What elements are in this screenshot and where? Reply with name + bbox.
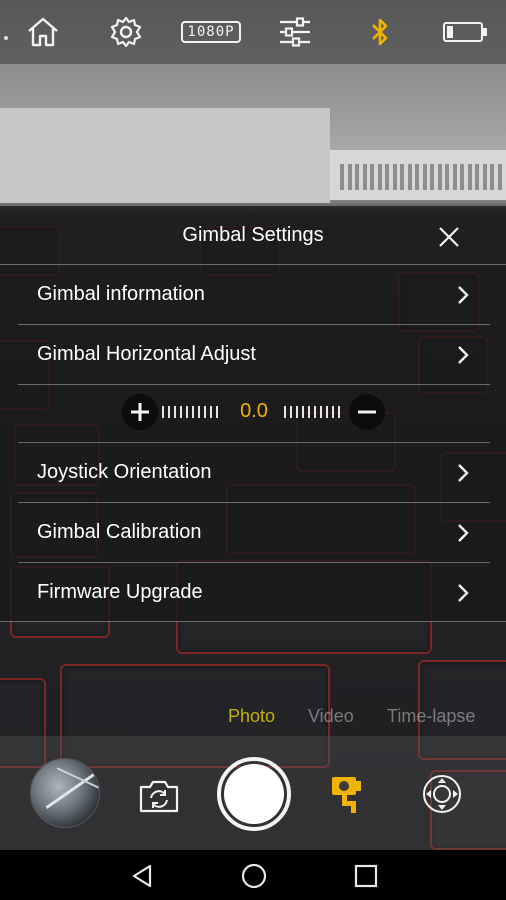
joystick-icon[interactable] [420,772,464,816]
menu-item-firmware-upgrade[interactable]: Firmware Upgrade [0,563,506,622]
vent-stripe [475,164,479,190]
resolution-label: 1080P [181,21,241,43]
vent-stripe [415,164,419,190]
vent-stripe [392,164,397,190]
vent-stripe [355,164,359,190]
top-toolbar: 1080P [0,0,506,64]
preview-object [0,108,330,203]
chevron-right-icon [458,464,469,482]
vent-stripe [377,164,382,190]
gimbal-mode-icon[interactable] [326,772,366,816]
mode-photo[interactable]: Photo [228,706,275,727]
recents-icon[interactable] [352,862,380,890]
menu-item-gimbal-horizontal-adjust[interactable]: Gimbal Horizontal Adjust [0,325,506,384]
mode-time-lapse[interactable]: Time-lapse [387,706,475,727]
vent-stripe [467,164,472,190]
plus-icon[interactable] [122,394,158,430]
minus-icon[interactable] [349,394,385,430]
vent-stripe [407,164,412,190]
camera-controls [0,736,506,850]
chevron-right-icon [458,584,469,602]
adjust-value: 0.0 [240,400,268,422]
vent-stripe [347,164,352,190]
vent-stripe [452,164,457,190]
chevron-right-icon [458,346,469,364]
mode-video[interactable]: Video [308,706,354,727]
chevron-right-icon [458,286,469,304]
close-icon[interactable] [434,222,464,252]
divider [0,621,506,622]
capture-mode-selector: Photo Video Time-lapse [0,700,506,734]
adjust-scale-left[interactable] [162,406,218,418]
battery-icon [440,14,490,50]
home-icon[interactable] [24,14,62,50]
menu-item-joystick-orientation[interactable]: Joystick Orientation [0,443,506,502]
vent-stripe [437,164,442,190]
shutter-button[interactable] [217,757,291,831]
menu-item-gimbal-information[interactable]: Gimbal information [0,265,506,324]
system-navigation-bar [0,850,506,900]
menu-item-gimbal-calibration[interactable]: Gimbal Calibration [0,503,506,562]
vent-stripe [482,164,487,190]
resolution-badge[interactable]: 1080P [181,14,241,50]
vent-stripe [362,164,367,190]
indicator-dot [4,36,8,40]
home-circle-icon[interactable] [240,862,268,890]
vent-stripe [430,164,434,190]
vent-stripe [422,164,427,190]
menu-item-label: Joystick Orientation [37,461,212,483]
vent-stripe [460,164,464,190]
vent-stripe [497,164,502,190]
horizontal-adjust-control: 0.0 [0,382,506,442]
menu-item-label: Gimbal information [37,283,205,305]
thumbnail-detail [45,772,97,809]
preview-vent [330,150,506,200]
vent-stripe [385,164,389,190]
menu-item-label: Gimbal Calibration [37,521,202,543]
vent-stripe [490,164,494,190]
bluetooth-icon[interactable] [366,14,394,50]
settings-gear-icon[interactable] [107,14,145,50]
back-icon[interactable] [128,862,156,890]
vent-stripe [370,164,374,190]
vent-stripe [340,164,344,190]
sliders-icon[interactable] [276,14,314,50]
vent-stripe [400,164,404,190]
chevron-right-icon [458,524,469,542]
vent-stripe [445,164,449,190]
menu-item-label: Firmware Upgrade [37,581,203,603]
menu-item-label: Gimbal Horizontal Adjust [37,343,256,365]
panel-header: Gimbal Settings [0,206,506,264]
adjust-scale-right[interactable] [284,406,340,418]
gimbal-settings-panel: Gimbal Settings Gimbal information Gimba… [0,206,506,622]
panel-title: Gimbal Settings [182,223,324,246]
switch-camera-icon[interactable] [136,776,182,816]
shutter-inner [224,764,284,824]
gallery-thumbnail[interactable] [30,758,100,828]
